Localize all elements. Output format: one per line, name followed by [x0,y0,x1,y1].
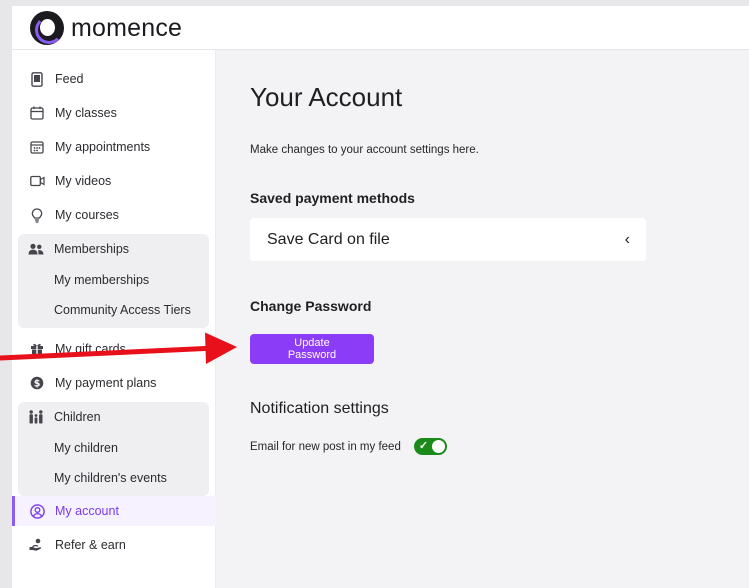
user-circle-icon [29,503,45,519]
page-title: Your Account [250,82,403,112]
main-content: Your Account Make changes to your accoun… [217,50,749,588]
sidebar-item-my-classes[interactable]: My classes [12,98,216,128]
hand-coin-icon [29,537,45,553]
sidebar-item-my-childrens-events[interactable]: My children's events [54,463,167,493]
sidebar-item-label: My courses [55,208,119,222]
sidebar-item-label: Feed [55,72,84,86]
brand-logo[interactable]: momence [30,11,182,45]
change-password-heading: Change Password [250,298,372,314]
sidebar-item-label: My payment plans [55,376,157,390]
sidebar-item-community-access-tiers[interactable]: Community Access Tiers [54,295,191,325]
chevron-left-icon: ‹ [624,230,630,248]
update-password-line2: Password [287,349,337,361]
sidebar-item-label: Memberships [54,242,130,256]
sidebar: Feed My classes My appointments My video… [12,50,216,588]
lightbulb-icon [29,207,45,223]
users-icon [28,241,44,257]
sidebar-item-my-children[interactable]: My children [54,433,118,463]
sidebar-item-memberships[interactable]: Memberships [18,234,209,264]
sidebar-item-label: Refer & earn [55,538,126,552]
sidebar-item-refer-earn[interactable]: Refer & earn [12,530,216,560]
calendar-icon [29,105,45,121]
sidebar-item-my-account[interactable]: My account [12,496,216,526]
annotation-arrow [0,332,237,364]
svg-text:$: $ [34,379,41,390]
sidebar-item-my-payment-plans[interactable]: $ My payment plans [12,368,216,398]
family-icon [28,409,44,425]
dollar-icon: $ [29,375,45,391]
notification-settings-heading: Notification settings [250,400,389,417]
email-new-post-label: Email for new post in my feed [250,440,401,453]
sidebar-item-label: My videos [55,174,112,188]
sidebar-item-feed[interactable]: Feed [12,64,216,94]
children-group: Children My children My children's event… [18,402,209,496]
page-subtitle: Make changes to your account settings he… [250,144,479,156]
email-new-post-setting: Email for new post in my feed ✓ [250,438,447,455]
saved-payment-heading: Saved payment methods [250,190,415,206]
save-card-on-file-row[interactable]: Save Card on file ‹ [250,218,646,261]
sidebar-item-my-videos[interactable]: My videos [12,166,216,196]
app-window: momence Feed My classes My appointments [12,6,749,588]
check-icon: ✓ [418,440,429,452]
top-bar: momence [12,6,749,50]
phone-icon [29,71,45,87]
sidebar-item-label: My classes [55,106,117,120]
sidebar-item-label: My account [55,504,119,518]
toggle-knob [431,440,445,453]
sidebar-item-label: Children [54,410,101,424]
update-password-line1: Update [294,337,330,349]
active-indicator [12,496,15,526]
sidebar-item-label: My appointments [55,140,151,154]
sidebar-item-my-courses[interactable]: My courses [12,200,216,230]
logo-icon [30,11,64,45]
calendar-grid-icon [29,139,45,155]
video-icon [29,173,45,189]
email-new-post-toggle[interactable]: ✓ [413,438,447,455]
sidebar-item-children[interactable]: Children [18,402,209,432]
update-password-button[interactable]: Update Password [250,334,374,364]
sidebar-item-my-appointments[interactable]: My appointments [12,132,216,162]
sidebar-item-my-memberships[interactable]: My memberships [54,265,149,295]
memberships-group: Memberships My memberships Community Acc… [18,234,209,328]
save-card-label: Save Card on file [267,230,390,248]
brand-name: momence [71,13,183,42]
